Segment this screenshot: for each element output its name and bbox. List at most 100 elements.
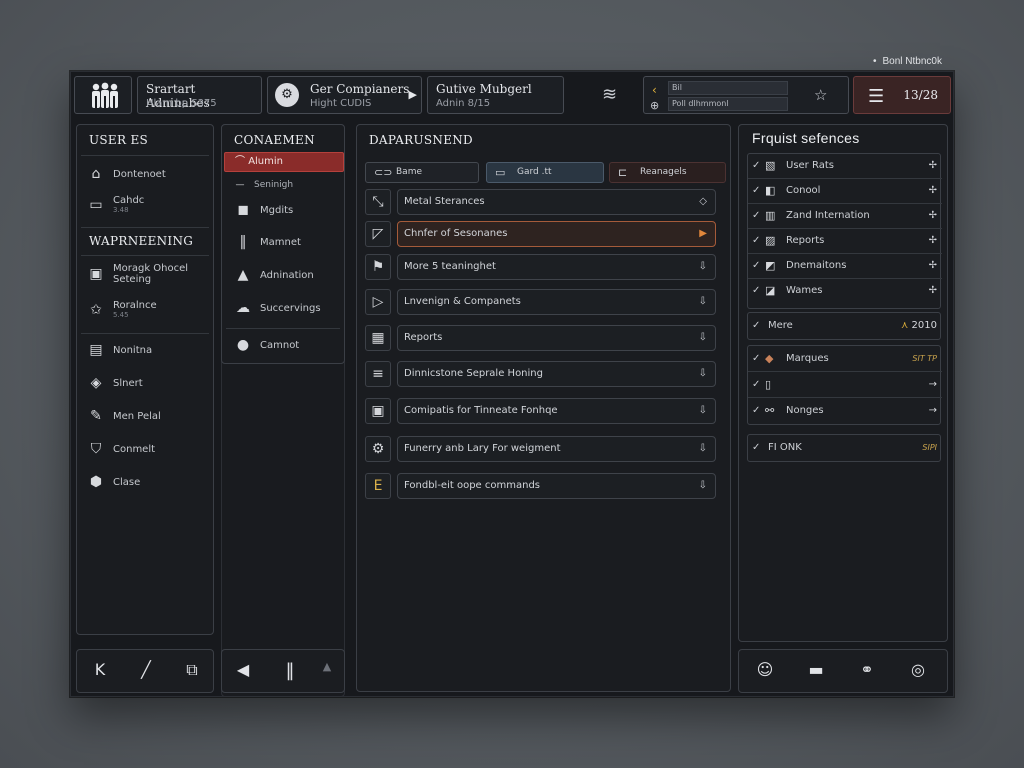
companies-tab[interactable]: ⚙ Ger Compianers Hight CUDIS ▶	[267, 76, 422, 114]
pref-row-user-rats[interactable]: ✓ ▧ User Rats ✢	[748, 154, 942, 179]
list-item[interactable]: Funerry anb Lary For weigment ⇩	[397, 436, 716, 462]
counter-value: 13/28	[903, 88, 938, 102]
app-icon: ▨	[765, 234, 776, 247]
info-icon: ●	[236, 337, 250, 353]
target-icon[interactable]: ◎	[907, 660, 929, 679]
sidebar-item-seninigh[interactable]: — Seninigh	[234, 176, 294, 194]
person-icon: ⋏	[901, 320, 912, 331]
list-item[interactable]: Reports ⇩	[397, 325, 716, 351]
pencil-icon[interactable]: ╱	[135, 660, 157, 679]
list-item[interactable]: Dinnicstone Seprale Honing ⇩	[397, 361, 716, 387]
sidebar-item-camnot[interactable]: ● Camnot	[234, 336, 299, 354]
check-icon: ✓	[752, 442, 761, 453]
pref-row-fi-onk[interactable]: ✓ FI ONK SIPI	[748, 436, 942, 461]
sidebar-item-clase[interactable]: ⬢ Clase	[87, 473, 140, 491]
sidebar-item-mamnet[interactable]: ‖ Mamnet	[234, 233, 301, 251]
keyboard-icon[interactable]: ▬	[805, 660, 827, 679]
expand-icon: ◇	[699, 196, 707, 207]
clipboard-icon: ▭	[89, 196, 103, 213]
sidebar-item-alumin[interactable]: ⌒ Alumin	[224, 152, 344, 172]
wifi-icon[interactable]: ≋	[602, 84, 617, 105]
menu-icon: ☰	[868, 86, 885, 107]
left-sidebar: USER ES ⌂ Dontenoet ▭ Cahdc 3.48 WAPRNEEN…	[76, 124, 214, 635]
star-icon[interactable]: ☆	[814, 86, 827, 104]
chip-icon: ▤	[89, 342, 103, 358]
image-icon[interactable]: ⧉	[181, 660, 203, 680]
pref-row-more[interactable]: ✓ Mere ⋏ 2010	[748, 314, 942, 339]
manager-chip[interactable]: ⊏ Reanagels	[609, 162, 726, 183]
right-toolbar: ☺ ▬ ⚭ ◎	[738, 649, 948, 693]
tab-subtitle: Hlam bp S375	[146, 98, 217, 109]
check-icon: ✓	[752, 379, 761, 390]
sidebar-item-men-pelal[interactable]: ✎ Men Pelal	[87, 407, 161, 425]
list-item[interactable]: More 5 teaninghet ⇩	[397, 254, 716, 280]
move-icon: ✢	[928, 210, 937, 221]
sidebar-item-nonitna[interactable]: ▤ Nonitna	[87, 341, 152, 359]
face-icon[interactable]: ☺	[754, 660, 776, 679]
move-icon: ✢	[928, 235, 937, 246]
app-icon: ◆	[765, 352, 774, 365]
pin-icon: ⇩	[698, 368, 707, 379]
play-icon[interactable]: ▶	[409, 88, 417, 101]
sidebar-item-slnert[interactable]: ◈ Slnert	[87, 374, 143, 392]
search-panel[interactable]: ‹ Bil ⊕ Poll dlhmmonl ☆	[643, 76, 849, 114]
tab-subtitle: Adnin 8/15	[436, 98, 491, 109]
sidebar-item-succervings[interactable]: ☁ Succervings	[234, 299, 321, 317]
search-input[interactable]: Bil	[668, 81, 788, 95]
sidebar-item-roralnce[interactable]: ✩ Roralnce 5.45	[87, 300, 157, 319]
pref-row-nonges[interactable]: ✓ ⚯ Nonges →	[748, 399, 942, 424]
fi-onk-group[interactable]: ✓ FI ONK SIPI	[747, 434, 941, 462]
section-header: CONAEMEN	[234, 133, 315, 147]
app-icon: ◩	[765, 259, 776, 272]
pause-icon[interactable]: ‖	[279, 660, 301, 681]
pin-icon: ⇩	[698, 480, 707, 491]
pref-row-marques[interactable]: ✓ ◆ Marques SIT TP	[748, 347, 942, 372]
extra-group: ✓ ◆ Marques SIT TP ✓ ▯ → ✓ ⚯ Nonges →	[747, 345, 942, 425]
back-arrow-icon[interactable]: ‹	[652, 83, 657, 97]
pref-row-wames[interactable]: ✓ ◪ Wames ✢	[748, 279, 942, 304]
pref-row-dnemaitons[interactable]: ✓ ◩ Dnemaitons ✢	[748, 254, 942, 279]
check-icon: ✓	[752, 320, 761, 331]
dashboard-tab[interactable]: Srartart Adninabes Hlam bp S375	[137, 76, 262, 114]
left-toolbar: K ╱ ⧉	[76, 649, 214, 693]
list-item[interactable]: Fondbl-eit oope commands ⇩	[397, 473, 716, 499]
manager-tab[interactable]: Gutive Mubgerl Adnin 8/15	[427, 76, 564, 114]
sidebar-item-adnination[interactable]: ▲ Adnination	[234, 266, 314, 284]
notifications-counter[interactable]: ☰ 13/28	[853, 76, 951, 114]
sidebar-item-moragk[interactable]: ▣ Moragk Ohocel Seteing	[87, 263, 188, 285]
k-icon[interactable]: K	[89, 660, 111, 679]
card-list-chip[interactable]: ▭ Gard .tt	[486, 162, 604, 183]
pref-row-zand[interactable]: ✓ ▥ Zand Internation ✢	[748, 204, 942, 229]
rewind-icon[interactable]: ◀	[232, 660, 254, 679]
list-item[interactable]: Comipatis for Tinneate Fonhqe ⇩	[397, 398, 716, 424]
pin-icon: ⇩	[698, 405, 707, 416]
panel-title: DAPARUSNEND	[369, 133, 473, 147]
sidebar-item-mgdits[interactable]: ◼ Mgdits	[234, 201, 293, 219]
pref-row-reports[interactable]: ✓ ▨ Reports ✢	[748, 229, 942, 254]
pref-row-blank[interactable]: ✓ ▯ →	[748, 373, 942, 398]
list-item[interactable]: Metal Sterances ◇	[397, 189, 716, 215]
check-icon: ✓	[752, 285, 761, 296]
sidebar-item-cahdc[interactable]: ▭ Cahdc 3.48	[87, 195, 144, 214]
sidebar-item-dontenoet[interactable]: ⌂ Dontenoet	[87, 165, 166, 183]
chevron-right-icon: ▶	[699, 228, 707, 239]
up-arrow-icon[interactable]: ▲	[316, 660, 338, 673]
sidebar-item-conmelt[interactable]: ⛉ Conmelt	[87, 440, 155, 458]
media-toolbar: ◀ ‖ ▲	[221, 649, 345, 693]
more-group[interactable]: ✓ Mere ⋏ 2010	[747, 312, 941, 340]
name-filter-chip[interactable]: ⊂⊃ Bame	[365, 162, 479, 183]
filter-input[interactable]: Poll dlhmmonl	[668, 97, 788, 111]
check-icon: ✓	[752, 185, 761, 196]
middle-sidebar: CONAEMEN ⌒ Alumin — Seninigh ◼ Mgdits ‖ Mam…	[221, 124, 345, 364]
app-icon: ◪	[765, 284, 776, 297]
logo-button[interactable]	[74, 76, 132, 114]
app-icon: ▯	[765, 378, 772, 391]
globe-icon: ⊕	[650, 99, 660, 112]
list-item[interactable]: Lnvenign & Companets ⇩	[397, 289, 716, 315]
link-icon[interactable]: ⚭	[856, 660, 878, 679]
list-item-selected[interactable]: Chnfer of Sesonanes ▶	[397, 221, 716, 247]
folder-icon: ⊏	[618, 166, 628, 179]
move-icon: ✢	[928, 260, 937, 271]
main-panel: DAPARUSNEND ⊂⊃ Bame ▭ Gard .tt ⊏ Reanagels …	[356, 124, 731, 692]
pref-row-conool[interactable]: ✓ ◧ Conool ✢	[748, 179, 942, 204]
